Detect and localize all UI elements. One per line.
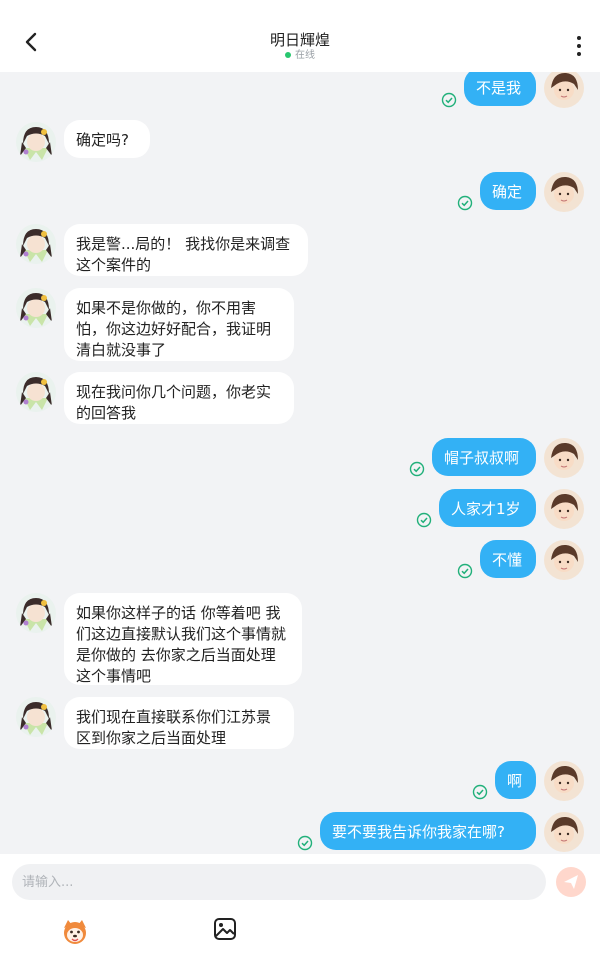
message-bubble[interactable]: 如果你这样子的话 你等着吧 我们这边直接默认我们这个事情就是你做的 去你家之后当…: [64, 593, 302, 685]
message-row: 我是警...局的！ 我找你是来调查这个案件的: [0, 224, 600, 278]
my-avatar[interactable]: [544, 172, 584, 212]
contact-avatar[interactable]: [16, 288, 56, 328]
my-avatar[interactable]: [544, 438, 584, 478]
message-bubble[interactable]: 我们现在直接联系你们江苏景区到你家之后当面处理: [64, 697, 294, 749]
contact-avatar[interactable]: [16, 224, 56, 264]
emoji-face-icon[interactable]: [60, 916, 90, 946]
message-row: 确定: [0, 172, 600, 212]
message-bubble[interactable]: 确定: [480, 172, 536, 210]
contact-name: 明日輝煌: [269, 31, 330, 49]
more-vertical-icon[interactable]: [572, 34, 586, 58]
my-avatar[interactable]: [544, 72, 584, 108]
message-input-box[interactable]: [12, 864, 546, 900]
message-input[interactable]: [12, 864, 532, 900]
my-avatar[interactable]: [544, 761, 584, 801]
message-row: 不懂: [0, 540, 600, 580]
read-check-icon: [472, 784, 488, 800]
contact-avatar[interactable]: [16, 593, 56, 633]
message-bubble[interactable]: 人家才1岁: [439, 489, 536, 527]
chat-header: 明日輝煌 在线: [0, 0, 600, 72]
online-status: 在线: [0, 50, 600, 62]
my-avatar[interactable]: [544, 540, 584, 580]
read-check-icon: [441, 92, 457, 108]
message-bubble[interactable]: 啊: [495, 761, 536, 799]
message-bubble[interactable]: 确定吗?: [64, 120, 150, 158]
message-bubble[interactable]: 不是我: [464, 72, 536, 106]
input-bar: [0, 854, 600, 960]
message-bubble[interactable]: 不懂: [480, 540, 536, 578]
message-bubble[interactable]: 现在我问你几个问题，你老实的回答我: [64, 372, 294, 424]
contact-avatar[interactable]: [16, 697, 56, 737]
read-check-icon: [409, 461, 425, 477]
message-list[interactable]: 不是我 确定吗? 确定 我是警...局的！ 我找你是来调查这个案件的 如果不是你…: [0, 72, 600, 854]
message-row: 我们现在直接联系你们江苏景区到你家之后当面处理: [0, 697, 600, 751]
message-row: 现在我问你几个问题，你老实的回答我: [0, 372, 600, 426]
read-check-icon: [416, 512, 432, 528]
image-icon[interactable]: [212, 916, 238, 942]
message-row: 如果你这样子的话 你等着吧 我们这边直接默认我们这个事情就是你做的 去你家之后当…: [0, 593, 600, 687]
message-row: 如果不是你做的，你不用害怕，你这边好好配合，我证明清白就没事了: [0, 288, 600, 362]
message-row: 要不要我告诉你我家在哪?: [0, 812, 600, 852]
message-row: 不是我: [0, 72, 600, 112]
message-bubble[interactable]: 要不要我告诉你我家在哪?: [320, 812, 536, 850]
my-avatar[interactable]: [544, 812, 584, 852]
read-check-icon: [457, 563, 473, 579]
send-button[interactable]: [556, 867, 586, 897]
send-icon: [564, 875, 578, 889]
message-row: 帽子叔叔啊: [0, 438, 600, 478]
message-row: 啊: [0, 761, 600, 801]
message-bubble[interactable]: 我是警...局的！ 我找你是来调查这个案件的: [64, 224, 308, 276]
my-avatar[interactable]: [544, 489, 584, 529]
contact-avatar[interactable]: [16, 122, 56, 162]
message-bubble[interactable]: 帽子叔叔啊: [432, 438, 536, 476]
message-row: 确定吗?: [0, 120, 600, 162]
read-check-icon: [297, 835, 313, 851]
status-label: 在线: [295, 50, 315, 61]
message-row: 人家才1岁: [0, 489, 600, 529]
contact-avatar[interactable]: [16, 372, 56, 412]
read-check-icon: [457, 195, 473, 211]
message-bubble[interactable]: 如果不是你做的，你不用害怕，你这边好好配合，我证明清白就没事了: [64, 288, 294, 361]
online-dot: [285, 52, 291, 58]
